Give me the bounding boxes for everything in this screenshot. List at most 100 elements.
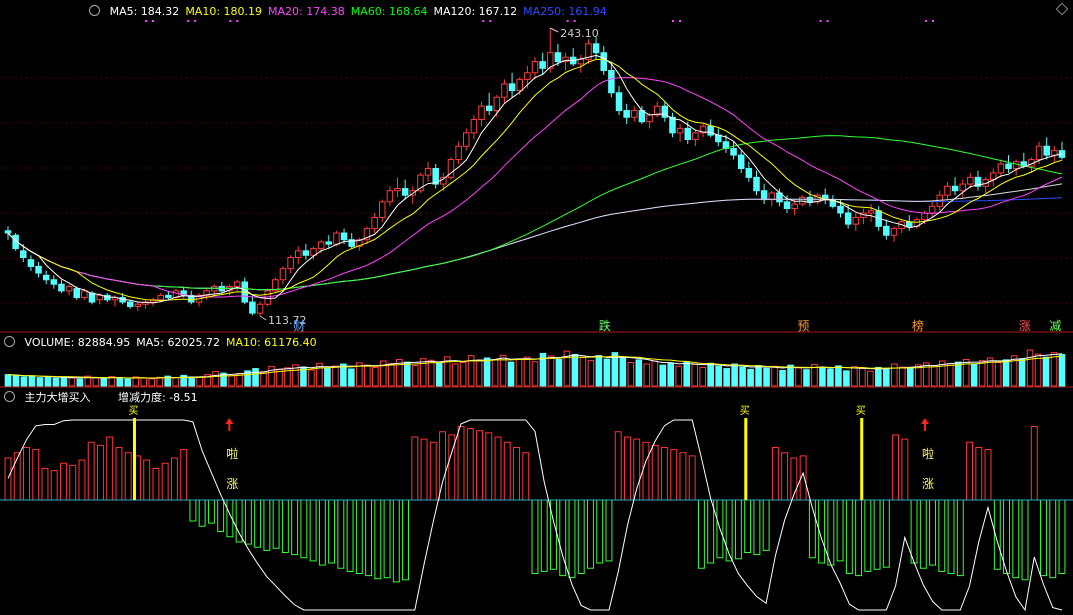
candle-body bbox=[783, 201, 791, 210]
volume-bar bbox=[659, 364, 667, 387]
indicator-bar bbox=[633, 438, 641, 501]
candle-body bbox=[837, 205, 844, 214]
candle-body bbox=[959, 183, 966, 192]
volume-bar bbox=[619, 357, 627, 387]
indicator-bar bbox=[901, 438, 909, 501]
buy-signal-mark: 买 bbox=[740, 405, 750, 417]
indicator-bar bbox=[392, 499, 400, 583]
volume-bar bbox=[36, 377, 44, 387]
indicator-bar bbox=[568, 499, 576, 579]
indicator-bar bbox=[540, 499, 548, 572]
indicator-bar bbox=[929, 499, 937, 566]
indicator-bar bbox=[864, 499, 872, 572]
candle-body bbox=[256, 303, 264, 314]
volume-bar bbox=[451, 363, 459, 387]
volume-bar bbox=[970, 363, 978, 387]
volume-bar bbox=[228, 375, 235, 387]
event-marker-0: 财 bbox=[293, 319, 305, 333]
candle-body bbox=[394, 187, 401, 192]
indicator-bar bbox=[1058, 499, 1066, 574]
indicator-bar bbox=[244, 499, 252, 545]
indicator-bar bbox=[522, 452, 530, 501]
candle-body bbox=[921, 212, 928, 221]
indicator-bar bbox=[365, 499, 373, 577]
volume-bar bbox=[435, 362, 443, 387]
indicator-bar bbox=[697, 499, 705, 569]
volume-bar bbox=[715, 365, 722, 387]
volume-bar bbox=[994, 362, 1002, 387]
indicator-bar bbox=[337, 499, 345, 569]
indicator-bar bbox=[984, 449, 992, 501]
indicator-bar bbox=[966, 441, 974, 501]
indicator-bar bbox=[69, 464, 77, 501]
candle-body bbox=[753, 176, 760, 192]
volume-bar bbox=[76, 378, 84, 387]
volume-bar bbox=[52, 377, 60, 387]
buy-signal-mark: 买 bbox=[856, 405, 866, 417]
volume-bar bbox=[707, 362, 714, 387]
candle-body bbox=[608, 70, 615, 94]
indicator-bar bbox=[485, 432, 493, 501]
candle-body bbox=[928, 205, 936, 214]
indicator-bar bbox=[124, 452, 132, 501]
candle-body bbox=[294, 250, 302, 259]
indicator-bar bbox=[956, 499, 964, 577]
indicator-bar bbox=[605, 499, 613, 562]
volume-bar bbox=[755, 365, 762, 387]
indicator-bar bbox=[679, 452, 687, 501]
stock-chart[interactable]: 243.10113.72财跌预榜涨减买买买啦涨啦涨 bbox=[0, 0, 1073, 615]
candle-body bbox=[623, 110, 630, 118]
indicator-bar bbox=[882, 499, 890, 568]
indicator-bar bbox=[254, 499, 262, 548]
indicator-bar bbox=[23, 447, 30, 501]
volume-bar bbox=[922, 362, 930, 387]
candle-body bbox=[531, 61, 539, 74]
indicator-bar bbox=[781, 452, 789, 501]
volume-bar bbox=[579, 357, 587, 387]
indicator-bar bbox=[670, 449, 678, 501]
volume-bar bbox=[1042, 356, 1050, 387]
signal-dot bbox=[229, 20, 232, 22]
indicator-bar bbox=[642, 441, 650, 501]
candle-body bbox=[287, 257, 294, 270]
candle-body bbox=[692, 132, 699, 141]
buy-signal-bar bbox=[744, 418, 748, 500]
indicator-bar bbox=[429, 441, 437, 501]
candle-body bbox=[65, 285, 73, 292]
indicator-bar bbox=[651, 444, 659, 501]
volume-bar bbox=[635, 359, 643, 387]
candle-body bbox=[631, 110, 638, 118]
indicator-bar bbox=[374, 499, 382, 580]
volume-bar bbox=[587, 360, 595, 387]
indicator-bar bbox=[476, 430, 483, 501]
candle-body bbox=[768, 192, 776, 201]
candle-body bbox=[997, 163, 1005, 174]
candle-body bbox=[1043, 145, 1050, 156]
candle-body bbox=[1035, 145, 1043, 161]
volume-bar bbox=[427, 359, 435, 387]
candle-body bbox=[600, 52, 607, 72]
volume-bar bbox=[867, 370, 874, 387]
indicator-bar bbox=[189, 499, 197, 522]
volume-bar bbox=[475, 360, 483, 387]
indicator-bar bbox=[115, 447, 123, 501]
indicator-bar bbox=[263, 499, 271, 551]
volume-bar bbox=[1058, 354, 1066, 387]
volume-bar bbox=[643, 363, 651, 387]
event-marker-5: 减 bbox=[1049, 319, 1061, 333]
volume-bar bbox=[675, 365, 683, 387]
indicator-bar bbox=[587, 499, 594, 569]
volume-bar bbox=[411, 365, 419, 387]
volume-bar bbox=[348, 368, 355, 387]
candle-body bbox=[165, 294, 172, 299]
indicator-bar bbox=[707, 499, 715, 564]
candle-body bbox=[35, 265, 42, 274]
candle-body bbox=[50, 279, 58, 285]
candle-body bbox=[401, 187, 409, 196]
indicator-bar bbox=[346, 499, 354, 572]
candle-body bbox=[592, 43, 600, 54]
indicator-bar bbox=[152, 468, 160, 501]
indicator-bar bbox=[32, 449, 40, 501]
candle-body bbox=[126, 301, 134, 307]
volume-bar bbox=[387, 363, 395, 387]
